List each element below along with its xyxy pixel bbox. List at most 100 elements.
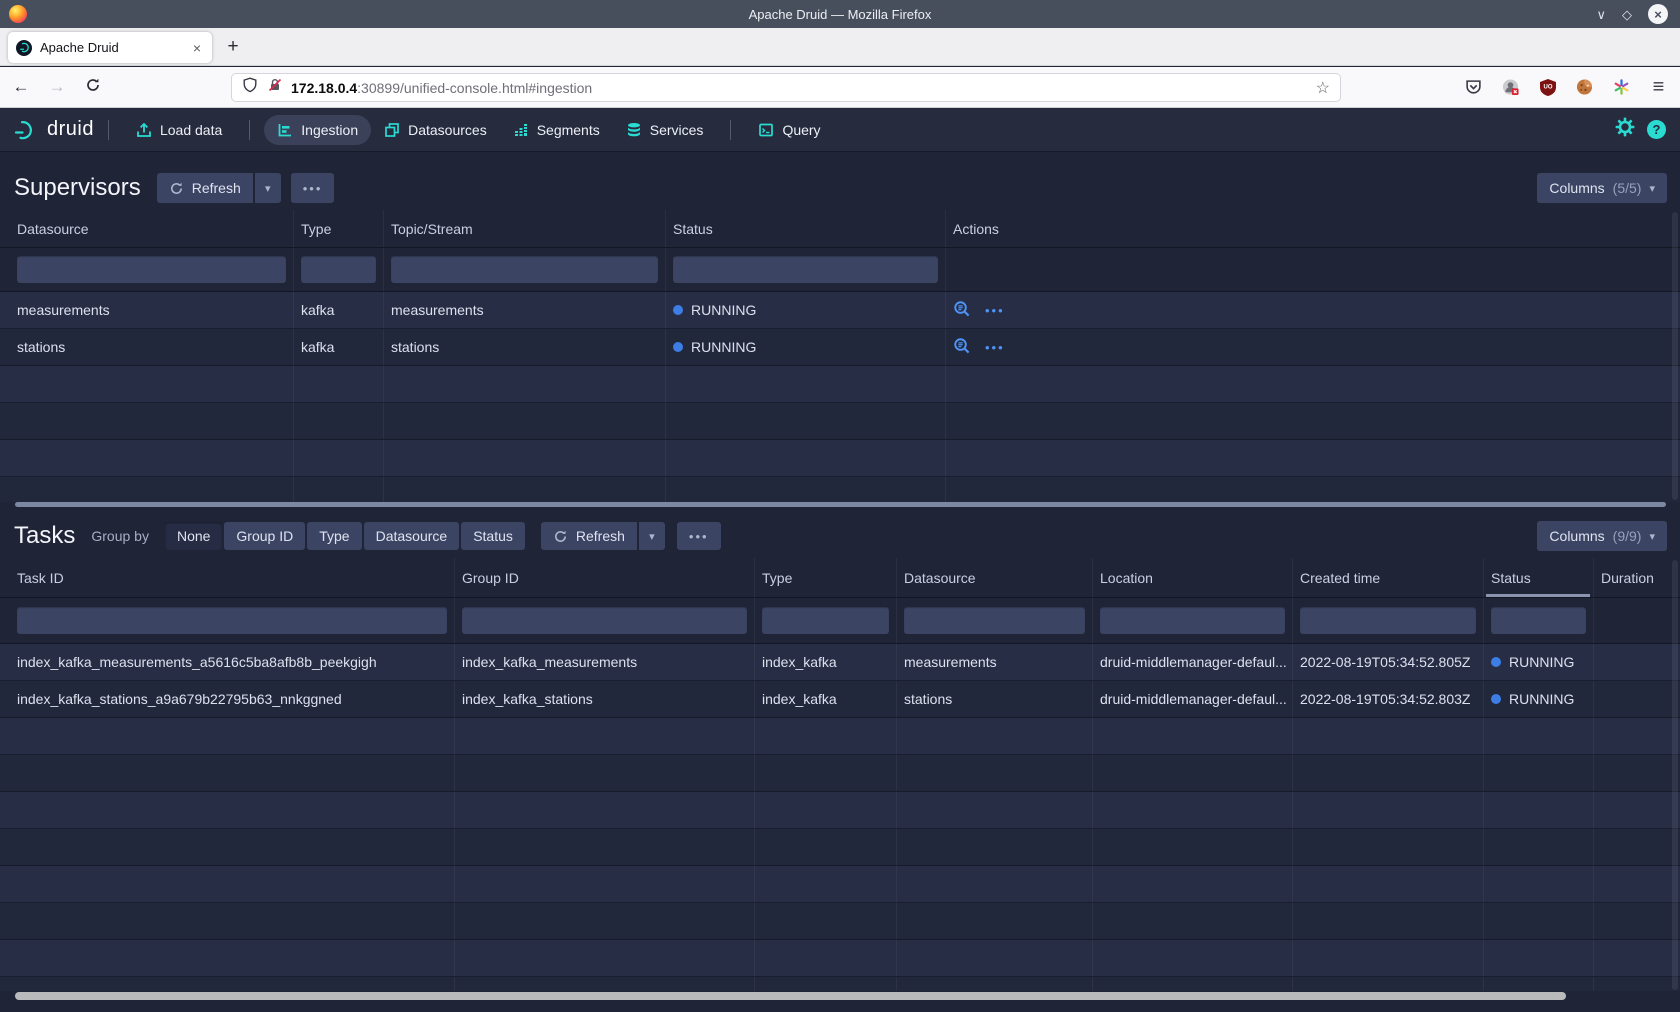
- empty-row: [0, 903, 1680, 940]
- cell-datasource: measurements: [10, 292, 294, 328]
- group-by-status-button[interactable]: Status: [461, 522, 525, 550]
- filter-topic-input[interactable]: [391, 256, 658, 283]
- task-row[interactable]: index_kafka_measurements_a5616c5ba8afb8b…: [0, 644, 1680, 681]
- cookie-icon[interactable]: [1576, 79, 1593, 96]
- nav-item-services[interactable]: Services: [613, 115, 717, 145]
- nav-item-segments[interactable]: Segments: [500, 115, 613, 145]
- nav-item-datasources[interactable]: Datasources: [371, 115, 500, 145]
- supervisors-table: Datasource Type Topic/Stream Status Acti…: [0, 210, 1680, 502]
- insecure-lock-icon[interactable]: [267, 77, 283, 98]
- column-header-type[interactable]: Type: [294, 210, 384, 247]
- inspect-magnifier-icon[interactable]: [953, 337, 971, 358]
- nav-item-label: Ingestion: [301, 122, 358, 138]
- column-header-created-time[interactable]: Created time: [1293, 558, 1484, 597]
- tab-close-icon[interactable]: ×: [190, 40, 204, 56]
- help-icon[interactable]: ?: [1647, 120, 1666, 139]
- reload-button[interactable]: [82, 77, 104, 98]
- menu-icon[interactable]: ≡: [1650, 79, 1667, 96]
- filter-task-id-input[interactable]: [17, 607, 447, 634]
- filter-group-id-input[interactable]: [462, 607, 747, 634]
- nav-item-ingestion[interactable]: Ingestion: [264, 115, 371, 145]
- supervisor-row[interactable]: stations kafka stations RUNNING •••: [0, 329, 1680, 366]
- empty-row: [0, 477, 1680, 502]
- filter-type-input[interactable]: [301, 256, 376, 283]
- tasks-columns-button[interactable]: Columns (9/9) ▾: [1537, 521, 1667, 551]
- tasks-filter-row: [0, 598, 1680, 644]
- supervisors-refresh-caret-button[interactable]: ▾: [255, 173, 281, 203]
- tasks-vertical-scrollbar[interactable]: [1672, 560, 1678, 990]
- group-by-group-id-button[interactable]: Group ID: [224, 522, 305, 550]
- tasks-horizontal-scrollbar[interactable]: [15, 992, 1566, 1000]
- more-icon: •••: [689, 529, 709, 544]
- supervisors-title: Supervisors: [14, 174, 141, 202]
- back-button[interactable]: ←: [10, 77, 32, 97]
- column-header-location[interactable]: Location: [1093, 558, 1293, 597]
- tasks-refresh-caret-button[interactable]: ▾: [639, 522, 665, 550]
- nav-separator: [730, 120, 731, 140]
- column-header-status[interactable]: Status: [666, 210, 946, 247]
- filter-status-input[interactable]: [1491, 607, 1586, 634]
- druid-logo[interactable]: druid: [14, 118, 94, 141]
- window-close-button[interactable]: ×: [1648, 4, 1668, 24]
- account-icon[interactable]: [1502, 79, 1519, 96]
- columns-count: (9/9): [1613, 528, 1642, 544]
- empty-row: [0, 940, 1680, 977]
- cell-status: RUNNING: [666, 292, 946, 328]
- url-text[interactable]: 172.18.0.4:30899/unified-console.html#in…: [291, 80, 1316, 96]
- inspect-magnifier-icon[interactable]: [953, 300, 971, 321]
- column-header-topic-stream[interactable]: Topic/Stream: [384, 210, 666, 247]
- tasks-more-button[interactable]: •••: [677, 522, 721, 550]
- supervisor-row[interactable]: measurements kafka measurements RUNNING …: [0, 292, 1680, 329]
- supervisors-horizontal-scrollbar[interactable]: [15, 502, 1666, 507]
- filter-datasource-input[interactable]: [904, 607, 1085, 634]
- column-header-type[interactable]: Type: [755, 558, 897, 597]
- cell-type: kafka: [294, 329, 384, 365]
- filter-datasource-input[interactable]: [17, 256, 286, 283]
- supervisors-refresh-button[interactable]: Refresh: [157, 173, 253, 203]
- row-more-icon[interactable]: •••: [985, 303, 1005, 318]
- supervisors-columns-button[interactable]: Columns (5/5) ▾: [1537, 173, 1667, 203]
- row-more-icon[interactable]: •••: [985, 340, 1005, 355]
- filter-created-time-input[interactable]: [1300, 607, 1476, 634]
- window-minimize-button[interactable]: ∨: [1596, 8, 1606, 21]
- column-header-actions: Actions: [946, 210, 1680, 247]
- bookmark-star-icon[interactable]: ☆: [1316, 78, 1330, 98]
- filter-type-input[interactable]: [762, 607, 889, 634]
- shield-icon[interactable]: [242, 77, 258, 98]
- empty-row: [0, 366, 1680, 403]
- group-by-datasource-button[interactable]: Datasource: [364, 522, 460, 550]
- column-header-task-id[interactable]: Task ID: [10, 558, 455, 597]
- task-row[interactable]: index_kafka_stations_a9a679b22795b63_nnk…: [0, 681, 1680, 718]
- column-header-datasource[interactable]: Datasource: [10, 210, 294, 247]
- window-maximize-button[interactable]: ◇: [1622, 8, 1632, 21]
- query-icon: [758, 122, 774, 138]
- extension-asterisk-icon[interactable]: [1613, 79, 1630, 96]
- pocket-icon[interactable]: [1465, 79, 1482, 96]
- settings-gear-icon[interactable]: [1615, 117, 1635, 142]
- services-icon: [626, 122, 642, 138]
- nav-item-load-data[interactable]: Load data: [123, 115, 235, 145]
- column-header-datasource[interactable]: Datasource: [897, 558, 1093, 597]
- nav-item-query[interactable]: Query: [745, 115, 833, 145]
- group-by-none-button[interactable]: None: [165, 522, 222, 550]
- column-header-duration[interactable]: Duration: [1594, 558, 1680, 597]
- column-header-status-sorted[interactable]: Status: [1484, 558, 1594, 597]
- tasks-table: Task ID Group ID Type Datasource Locatio…: [0, 558, 1680, 991]
- new-tab-button[interactable]: +: [220, 34, 246, 60]
- cell-created-time: 2022-08-19T05:34:52.805Z: [1293, 644, 1484, 680]
- group-by-type-button[interactable]: Type: [307, 522, 361, 550]
- tasks-refresh-button[interactable]: Refresh: [541, 522, 637, 550]
- tab-apache-druid[interactable]: Apache Druid ×: [8, 32, 212, 63]
- supervisors-vertical-scrollbar[interactable]: [1672, 212, 1678, 500]
- empty-row: [0, 403, 1680, 440]
- filter-location-input[interactable]: [1100, 607, 1285, 634]
- url-bar[interactable]: 172.18.0.4:30899/unified-console.html#in…: [231, 73, 1341, 102]
- filter-status-input[interactable]: [673, 256, 938, 283]
- ublock-icon[interactable]: UO: [1539, 79, 1556, 96]
- column-header-group-id[interactable]: Group ID: [455, 558, 755, 597]
- empty-row: [0, 440, 1680, 477]
- supervisors-more-button[interactable]: •••: [291, 173, 335, 203]
- window-titlebar: Apache Druid — Mozilla Firefox ∨ ◇ ×: [0, 0, 1680, 28]
- forward-button[interactable]: →: [46, 77, 68, 97]
- url-host: 172.18.0.4: [291, 80, 357, 96]
